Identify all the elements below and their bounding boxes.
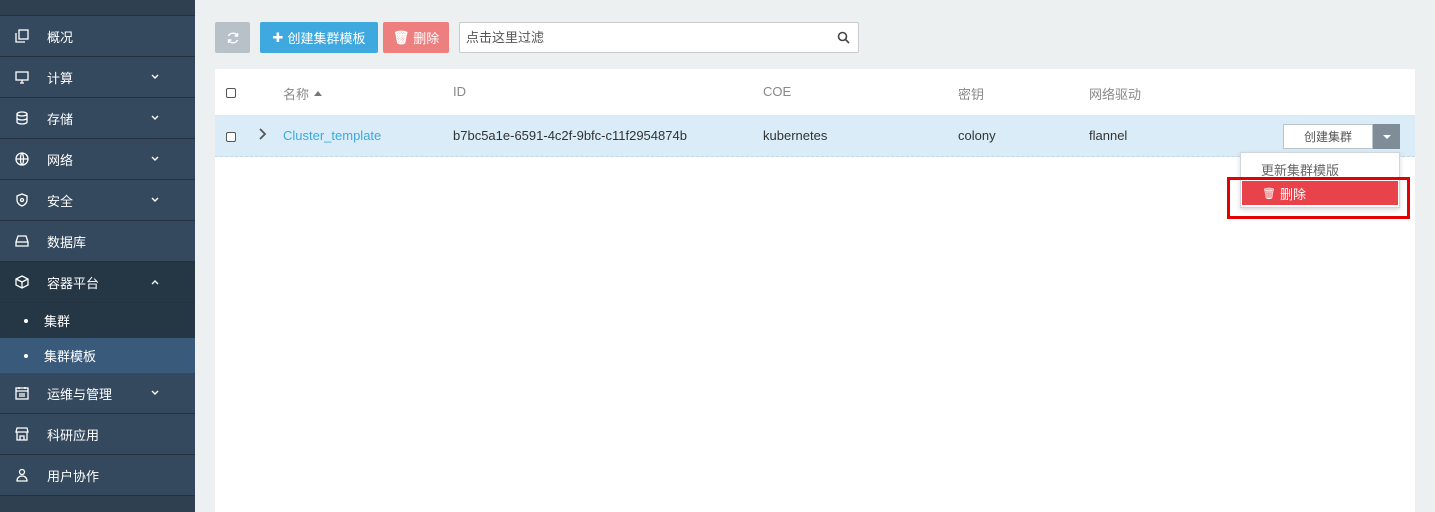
sidebar-item-research-apps[interactable]: 科研应用 [0, 414, 195, 455]
sidebar-item-container-platform[interactable]: 容器平台 [0, 262, 195, 303]
toolbar: ✚ 创建集群模板 🗑 删除 [215, 22, 459, 53]
cube-icon [14, 274, 30, 290]
column-header-name[interactable]: 名称 [283, 84, 323, 103]
sidebar-item-overview[interactable]: 概况 [0, 16, 195, 57]
row-actions-menu: 更新集群模版 🗑 删除 [1240, 152, 1400, 208]
bullet-icon [24, 353, 28, 358]
table-row[interactable]: Cluster_template b7bc5a1e-6591-4c2f-9bfc… [215, 116, 1415, 157]
chevron-down-icon [150, 386, 160, 396]
trash-icon: 🗑 [1262, 187, 1276, 200]
column-header-id[interactable]: ID [453, 84, 466, 99]
sidebar-subitem-cluster-templates[interactable]: 集群模板 [0, 338, 195, 373]
template-id: b7bc5a1e-6591-4c2f-9bfc-c11f2954874b [453, 128, 687, 143]
bullet-icon [24, 318, 28, 323]
sidebar-item-label: 存储 [47, 111, 74, 127]
template-network-driver: flannel [1089, 128, 1128, 143]
row-checkbox[interactable] [226, 132, 236, 142]
search-icon[interactable] [832, 27, 854, 49]
sidebar-subitem-label: 集群模板 [44, 349, 97, 364]
trash-icon: 🗑 [392, 29, 410, 45]
hdd-icon [14, 233, 30, 249]
users-icon [14, 467, 30, 483]
sidebar-item-compute[interactable]: 计算 [0, 57, 195, 98]
caret-down-icon [1382, 134, 1391, 139]
menu-item-label: 删除 [1279, 186, 1306, 202]
sidebar-item-label: 容器平台 [47, 275, 100, 291]
search-box [459, 22, 859, 53]
column-header-keypair[interactable]: 密钥 [958, 84, 984, 103]
chevron-down-icon [150, 152, 160, 162]
plus-icon: ✚ [272, 29, 284, 45]
chevron-down-icon [150, 193, 160, 203]
main-content: ✚ 创建集群模板 🗑 删除 名称 ID COE 密钥 网络驱动 Cluster_… [195, 0, 1435, 512]
sidebar-item-label: 用户协作 [47, 468, 100, 484]
sidebar: 概况 计算 存储 网络 安全 数据库 容器平台 集群 集群模板 运维与管理 科研… [0, 0, 195, 512]
actions-dropdown-toggle[interactable] [1373, 124, 1400, 149]
create-button-label: 创建集群模板 [287, 31, 366, 46]
sidebar-item-label: 安全 [47, 193, 74, 209]
overview-icon [14, 28, 30, 44]
sidebar-item-label: 计算 [47, 70, 74, 86]
chevron-down-icon [150, 111, 160, 121]
sidebar-top-strip [0, 0, 195, 16]
menu-item-update-template[interactable]: 更新集群模版 [1241, 157, 1399, 181]
sidebar-item-ops[interactable]: 运维与管理 [0, 373, 195, 414]
template-name-link[interactable]: Cluster_template [283, 128, 381, 143]
refresh-icon [227, 32, 238, 43]
chevron-up-icon [150, 275, 160, 285]
sidebar-item-storage[interactable]: 存储 [0, 98, 195, 139]
monitor-icon [14, 69, 30, 85]
create-cluster-template-button[interactable]: ✚ 创建集群模板 [260, 22, 378, 53]
column-header-network-driver[interactable]: 网络驱动 [1089, 84, 1141, 103]
delete-button[interactable]: 🗑 删除 [383, 22, 449, 53]
select-all-checkbox[interactable] [226, 88, 236, 98]
sidebar-item-user-collab[interactable]: 用户协作 [0, 455, 195, 496]
chevron-right-icon[interactable] [257, 127, 267, 141]
sidebar-item-label: 数据库 [47, 234, 87, 250]
calendar-icon [14, 385, 30, 401]
table-panel: 名称 ID COE 密钥 网络驱动 Cluster_template b7bc5… [215, 69, 1415, 512]
row-actions: 创建集群 [1283, 124, 1400, 149]
chevron-down-icon [150, 70, 160, 80]
sidebar-item-label: 概况 [47, 29, 74, 45]
sidebar-item-security[interactable]: 安全 [0, 180, 195, 221]
sidebar-item-label: 网络 [47, 152, 74, 168]
store-icon [14, 426, 30, 442]
delete-button-label: 删除 [413, 31, 440, 46]
search-input[interactable] [460, 23, 832, 52]
template-keypair: colony [958, 128, 996, 143]
sidebar-item-database[interactable]: 数据库 [0, 221, 195, 262]
sidebar-subitem-label: 集群 [44, 314, 71, 329]
sidebar-subitem-clusters[interactable]: 集群 [0, 303, 195, 338]
sidebar-item-label: 科研应用 [47, 427, 100, 443]
column-header-coe[interactable]: COE [763, 84, 791, 99]
refresh-button[interactable] [215, 22, 250, 53]
sidebar-item-network[interactable]: 网络 [0, 139, 195, 180]
sidebar-item-label: 运维与管理 [47, 386, 113, 402]
sort-asc-icon [314, 91, 323, 96]
shield-icon [14, 192, 30, 208]
column-header-label: 名称 [283, 87, 310, 102]
database-icon [14, 110, 30, 126]
table-header: 名称 ID COE 密钥 网络驱动 [215, 69, 1415, 116]
globe-icon [14, 151, 30, 167]
template-coe: kubernetes [763, 128, 828, 143]
menu-item-delete[interactable]: 🗑 删除 [1242, 181, 1398, 205]
create-cluster-button[interactable]: 创建集群 [1283, 124, 1373, 149]
